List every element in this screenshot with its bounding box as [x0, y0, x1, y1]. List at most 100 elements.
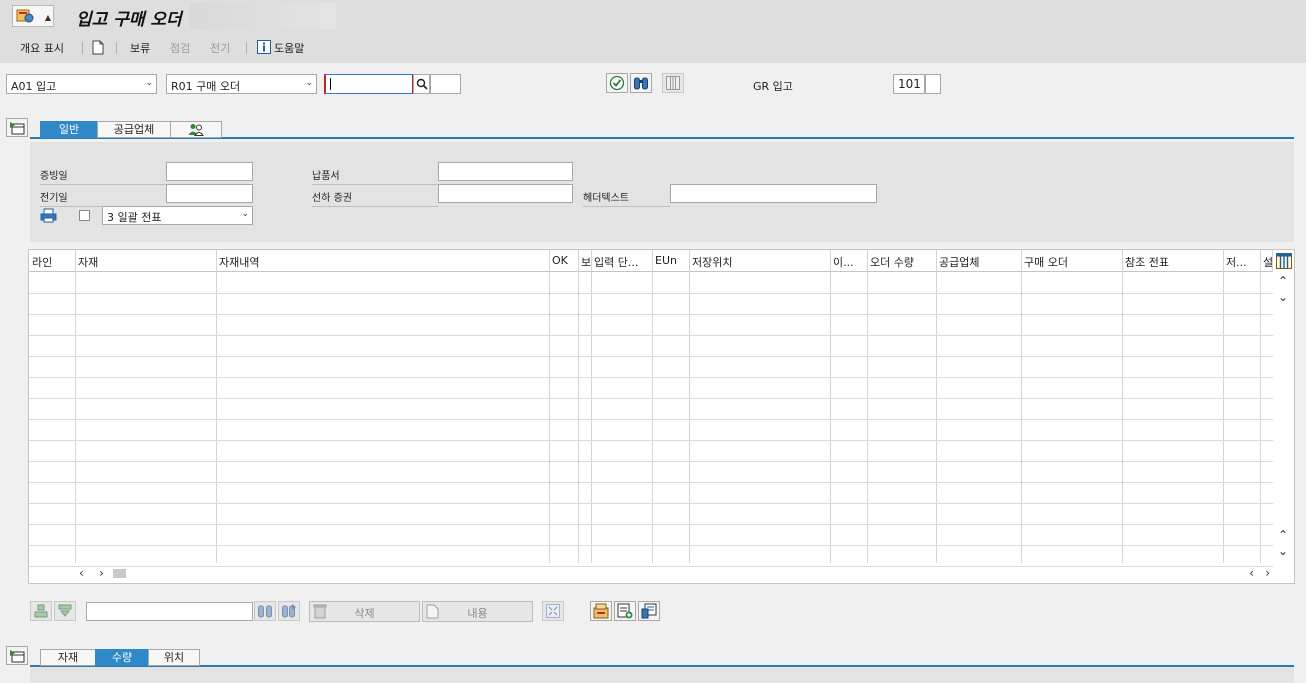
find-in-table-button[interactable] [254, 601, 276, 621]
fullscreen-icon [546, 604, 560, 618]
table-row[interactable] [29, 503, 1273, 504]
column-header[interactable]: 구매 오더 [1021, 250, 1122, 272]
find-button[interactable] [630, 73, 652, 93]
table-row[interactable] [29, 356, 1273, 357]
add-item-button[interactable] [614, 601, 636, 621]
horizontal-scroll-thumb[interactable] [113, 569, 126, 578]
table-search-input[interactable] [86, 602, 253, 621]
info-icon[interactable] [257, 40, 271, 54]
tab-location[interactable]: 위치 [148, 649, 200, 666]
column-header[interactable]: OK [549, 250, 578, 272]
bill-of-lading-input[interactable] [438, 184, 573, 203]
movement-type-field[interactable]: 101 [893, 74, 925, 94]
column-header[interactable]: 라인 [29, 250, 75, 272]
hold-button[interactable]: 보류 [130, 40, 150, 56]
stock-overview-button[interactable] [590, 601, 612, 621]
scroll-down-page-icon[interactable]: ⌄ [1278, 290, 1288, 304]
column-header[interactable]: 자재내역 [216, 250, 549, 272]
toggle-detail-button[interactable] [6, 646, 28, 665]
table-row[interactable] [29, 293, 1273, 294]
delivery-note-input[interactable] [438, 162, 573, 181]
table-row[interactable] [29, 482, 1273, 483]
tab-partners[interactable] [170, 121, 222, 138]
scroll-up-icon[interactable]: ⌃ [1278, 528, 1288, 542]
tab-general[interactable]: 일반 [40, 121, 98, 138]
table-row[interactable] [29, 377, 1273, 378]
column-divider [830, 250, 831, 563]
scroll-top-icon[interactable]: ⌃ [1278, 274, 1288, 288]
gr-label: GR 입고 [753, 80, 793, 93]
column-divider [936, 250, 937, 563]
item-number-input[interactable] [430, 74, 461, 94]
new-document-icon[interactable] [92, 40, 104, 55]
toggle-header-button[interactable] [6, 118, 28, 137]
column-divider [1260, 250, 1261, 563]
print-option-select[interactable]: 3 일괄 전표 ⌄ [102, 206, 253, 225]
column-divider [578, 250, 579, 563]
table-row[interactable] [29, 335, 1273, 336]
printer-icon[interactable] [40, 208, 57, 223]
execute-button[interactable] [606, 73, 628, 93]
tab-material[interactable]: 자재 [40, 649, 96, 666]
scroll-right-icon[interactable]: › [99, 566, 104, 580]
binoculars-icon [258, 605, 272, 618]
column-header[interactable]: 공급업체 [936, 250, 1021, 272]
column-divider [75, 250, 76, 563]
expand-all-button[interactable] [30, 601, 52, 621]
scroll-left-icon[interactable]: ‹ [79, 566, 84, 580]
table-row[interactable] [29, 314, 1273, 315]
toolbar-separator [246, 42, 247, 54]
system-menu-button[interactable]: ▲ [12, 5, 54, 27]
search-help-button[interactable] [413, 74, 430, 94]
table-row[interactable] [29, 545, 1273, 546]
bill-of-lading-label: 선하 증권 [312, 189, 438, 207]
transaction-select[interactable]: A01 입고 ⌄ [6, 74, 157, 94]
title-extension [190, 3, 336, 29]
table-row[interactable] [29, 398, 1273, 399]
overview-button[interactable]: 개요 표시 [20, 40, 64, 56]
reference-select[interactable]: R01 구매 오더 ⌄ [166, 74, 317, 94]
table-row[interactable] [29, 461, 1273, 462]
reference-number-input[interactable] [324, 74, 414, 94]
check-button[interactable]: 점검 [170, 40, 190, 56]
transaction-value: A01 입고 [11, 80, 57, 93]
tab-vendor[interactable]: 공급업체 [97, 121, 171, 138]
doc-date-label: 증빙일 [40, 167, 166, 185]
delete-button[interactable]: 삭제 [309, 601, 420, 622]
fullscreen-button[interactable] [542, 601, 564, 621]
post-button[interactable]: 전기 [210, 40, 230, 56]
layout-button[interactable] [662, 73, 684, 93]
content-button[interactable]: 내용 [422, 601, 533, 622]
column-header[interactable]: 보 [578, 250, 591, 272]
tab-quantity[interactable]: 수량 [95, 649, 149, 666]
posting-date-input[interactable] [166, 184, 253, 203]
column-header[interactable]: 저... [1223, 250, 1260, 272]
column-divider [867, 250, 868, 563]
chevron-down-icon: ⌄ [305, 78, 313, 88]
print-checkbox[interactable] [79, 210, 90, 221]
scroll-left-icon[interactable]: ‹ [1249, 566, 1254, 580]
help-button[interactable]: 도움말 [274, 40, 304, 56]
column-header[interactable]: 참조 전표 [1122, 250, 1223, 272]
column-header[interactable]: EUn [652, 250, 689, 272]
column-header[interactable]: 오더 수량 [867, 250, 936, 272]
column-divider [1122, 250, 1123, 563]
find-next-button[interactable] [278, 601, 300, 621]
doc-date-input[interactable] [166, 162, 253, 181]
table-row[interactable] [29, 524, 1273, 525]
scroll-right-icon[interactable]: › [1265, 566, 1270, 580]
collapse-all-button[interactable] [54, 601, 76, 621]
column-header[interactable]: 입력 단... [591, 250, 652, 272]
table-row[interactable] [29, 566, 1273, 567]
table-row[interactable] [29, 440, 1273, 441]
header-text-input[interactable] [670, 184, 877, 203]
detail-button[interactable] [638, 601, 660, 621]
table-row[interactable] [29, 419, 1273, 420]
scroll-bottom-icon[interactable]: ⌄ [1278, 544, 1288, 558]
title-bar: ▲ 입고 구매 오더 [0, 0, 1306, 33]
movement-type-extra[interactable] [925, 74, 941, 94]
column-header[interactable]: 자재 [75, 250, 216, 272]
column-header[interactable]: 저장위치 [689, 250, 830, 272]
column-header[interactable]: 이... [830, 250, 867, 272]
column-settings-button[interactable] [1272, 250, 1294, 272]
